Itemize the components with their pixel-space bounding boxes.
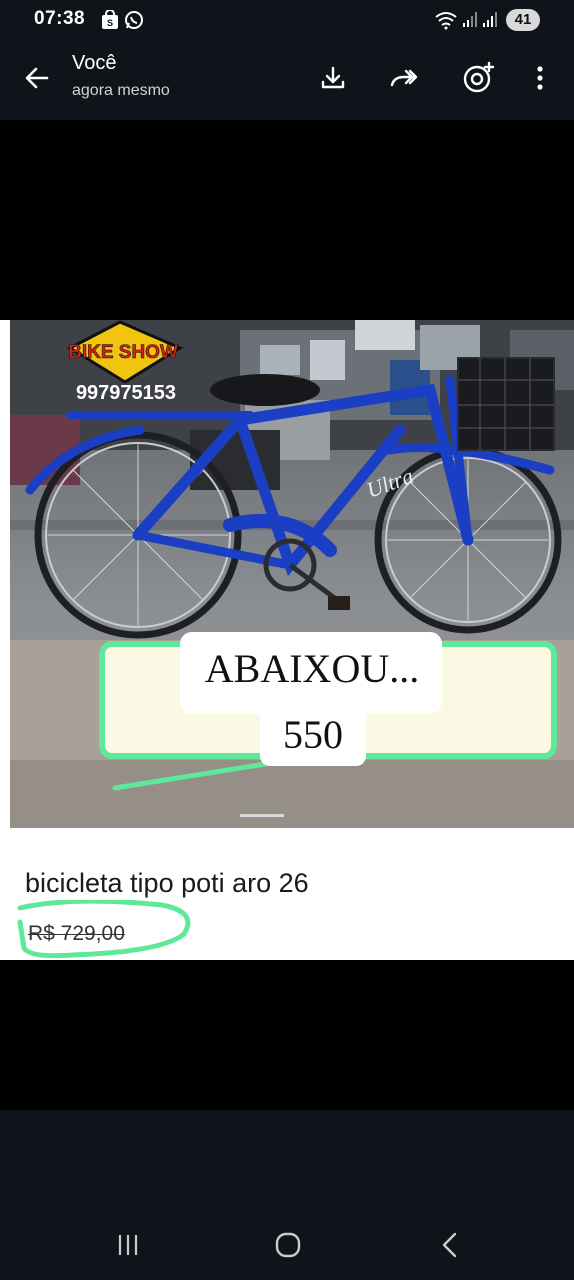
status-time: 07:38 bbox=[34, 8, 86, 29]
arrow-left-icon bbox=[25, 67, 49, 89]
download-button[interactable] bbox=[313, 58, 353, 98]
forward-icon bbox=[390, 69, 418, 87]
highlight-circle bbox=[17, 900, 191, 959]
battery-level: 41 bbox=[514, 11, 532, 28]
recent-apps-button[interactable] bbox=[103, 1228, 153, 1262]
forward-button[interactable] bbox=[385, 58, 425, 98]
signal-icon bbox=[483, 12, 497, 27]
more-options-button[interactable] bbox=[520, 58, 560, 98]
promo-line-2: 550 bbox=[283, 712, 343, 757]
download-icon bbox=[321, 66, 345, 89]
svg-text:S: S bbox=[107, 18, 113, 28]
home-icon bbox=[275, 1232, 301, 1258]
wifi-icon bbox=[435, 12, 457, 30]
shopping-bag-icon: S bbox=[102, 10, 118, 29]
signal-icon bbox=[463, 12, 477, 27]
back-icon bbox=[442, 1232, 457, 1258]
product-caption: bicicleta tipo poti aro 26 bbox=[25, 868, 309, 898]
shared-image[interactable]: Ultra BIKE SHOW 997975153 ABAIXOU... 550… bbox=[0, 320, 574, 960]
promo-line-1: ABAIXOU... bbox=[205, 646, 419, 691]
status-bar: 07:38 S 41 bbox=[0, 0, 574, 40]
navigation-bar bbox=[0, 1110, 574, 1280]
chat-title[interactable]: Você bbox=[72, 52, 116, 75]
bicycle-photo: Ultra BIKE SHOW 997975153 ABAIXOU... 550 bbox=[10, 320, 574, 828]
add-status-button[interactable] bbox=[458, 58, 498, 98]
chat-subtitle: agora mesmo bbox=[72, 82, 170, 99]
nav-back-button[interactable] bbox=[425, 1228, 475, 1262]
app-bar: Você agora mesmo bbox=[0, 40, 574, 120]
home-button[interactable] bbox=[263, 1228, 313, 1262]
whatsapp-icon bbox=[125, 11, 143, 29]
add-status-icon bbox=[463, 61, 495, 93]
battery-icon: 41 bbox=[506, 9, 540, 31]
back-button[interactable] bbox=[17, 58, 57, 98]
more-vert-icon bbox=[537, 66, 543, 90]
recent-apps-icon bbox=[118, 1235, 138, 1255]
logo-text: BIKE SHOW bbox=[68, 342, 178, 363]
phone-text: 997975153 bbox=[76, 382, 176, 404]
